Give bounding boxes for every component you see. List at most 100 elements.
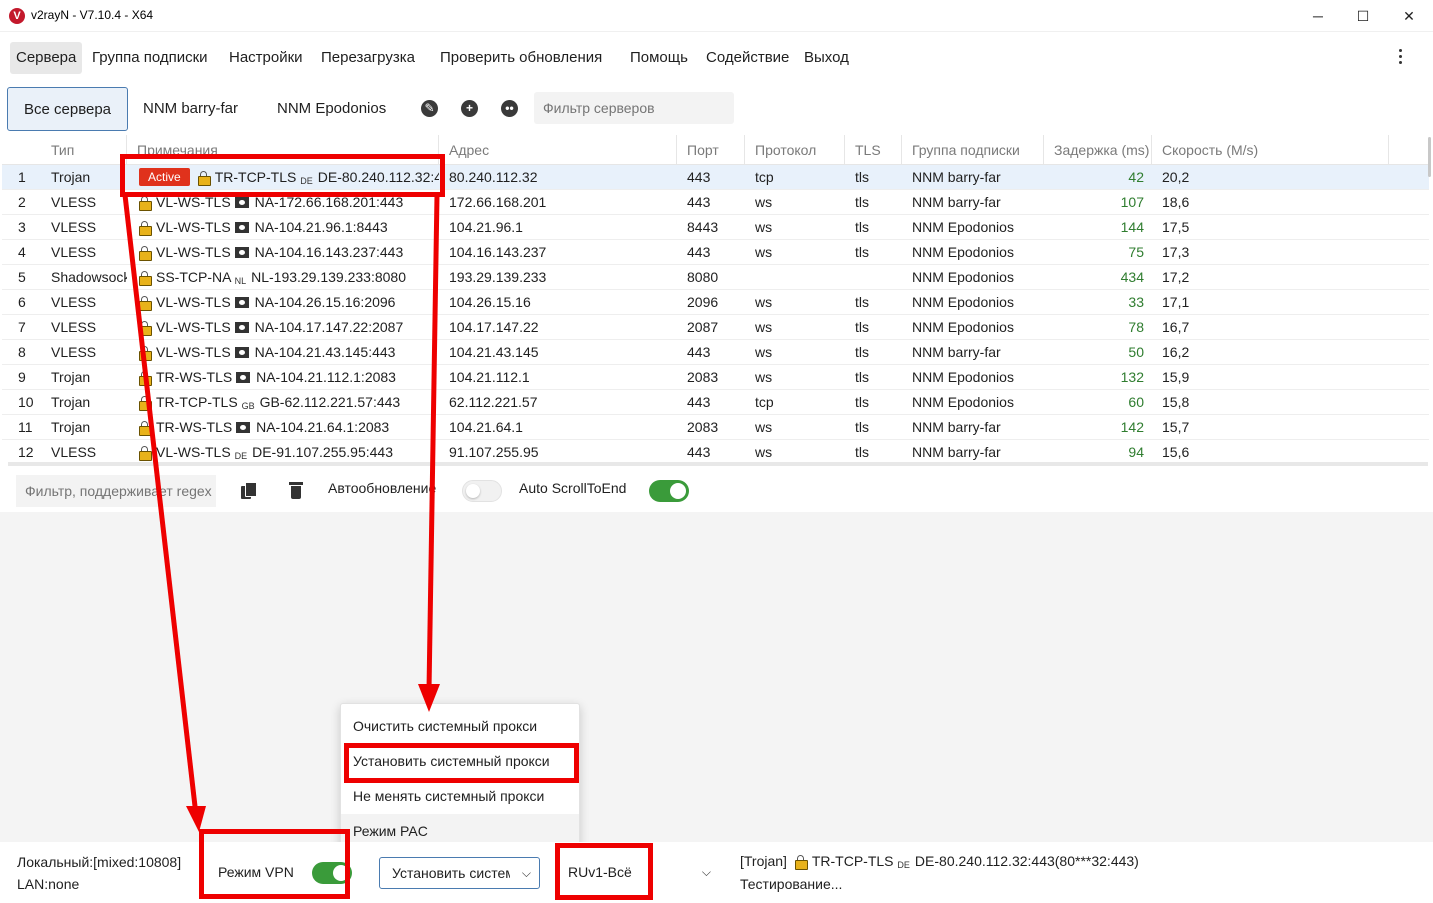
- menu-help[interactable]: Помощь: [624, 42, 694, 74]
- chevron-down-icon: ⌵: [521, 866, 531, 880]
- menu-item-clear-system-proxy[interactable]: Очистить системный прокси: [341, 709, 579, 744]
- table-row[interactable]: 9 Trojan TR-WS-TLS NA-104.21.112.1:2083 104…: [2, 365, 1429, 390]
- row-index: 12: [18, 444, 34, 460]
- country-code: NL: [234, 276, 247, 286]
- server-name: NA-104.16.143.237:443: [254, 244, 404, 260]
- tab-nnm-barry-far[interactable]: NNM barry-far: [127, 87, 254, 131]
- cell-port: 443: [687, 194, 711, 210]
- lock-icon: [794, 855, 808, 870]
- menu-donate[interactable]: Содействие: [700, 42, 795, 74]
- trash-icon[interactable]: [289, 482, 303, 499]
- cell-protocol: ws: [755, 419, 773, 435]
- system-proxy-menu: Очистить системный прокси Установить сис…: [340, 703, 580, 849]
- close-button[interactable]: ✕: [1386, 0, 1432, 32]
- table-row[interactable]: 10 Trojan TR-TCP-TLS GB GB-62.112.221.57:44…: [2, 390, 1429, 415]
- row-index: 11: [18, 419, 33, 435]
- cell-port: 8080: [687, 269, 719, 285]
- server-filter-input[interactable]: [534, 92, 734, 124]
- tab-all-servers[interactable]: Все сервера: [7, 87, 129, 131]
- log-toolbar: Автообновление Auto ScrollToEnd: [0, 470, 1433, 512]
- column-tls[interactable]: TLS: [845, 135, 902, 165]
- system-proxy-select[interactable]: Установить системный прокси ⌵: [379, 857, 540, 889]
- column-delay[interactable]: Задержка (ms): [1044, 135, 1152, 165]
- cell-speed: 15,9: [1162, 369, 1190, 385]
- chevron-down-icon: ⌵: [701, 865, 711, 879]
- column-protocol[interactable]: Протокол: [745, 135, 845, 165]
- minimize-button[interactable]: ─: [1295, 0, 1341, 32]
- table-row[interactable]: 8 VLESS VL-WS-TLS NA-104.21.43.145:443 104.…: [2, 340, 1429, 365]
- server-name: NA-104.21.96.1:8443: [254, 219, 388, 235]
- lock-icon: [139, 246, 152, 261]
- table-row[interactable]: 6 VLESS VL-WS-TLS NA-104.26.15.16:2096 104.…: [2, 290, 1429, 315]
- cell-address: 80.240.112.32: [449, 169, 538, 185]
- menu-servers[interactable]: Сервера: [10, 42, 83, 74]
- cell-speed: 16,7: [1162, 319, 1190, 335]
- table-vertical-scrollbar[interactable]: [1428, 137, 1431, 177]
- copy-icon[interactable]: [241, 482, 257, 499]
- cell-type: VLESS: [51, 244, 97, 260]
- cell-port: 2083: [687, 369, 719, 385]
- cell-remarks: SS-TCP-NA NL NL-193.29.139.233:8080: [127, 265, 439, 290]
- auto-update-toggle[interactable]: [462, 480, 502, 502]
- pirate-flag-icon: [234, 347, 249, 358]
- menu-check-updates[interactable]: Проверить обновления: [434, 42, 608, 74]
- more-vertical-icon[interactable]: [1392, 46, 1408, 70]
- remark-text: TR-WS-TLS: [156, 419, 233, 435]
- remark-text: SS-TCP-NA: [156, 269, 231, 285]
- lan-info: LAN:none: [17, 876, 80, 892]
- menu-settings[interactable]: Настройки: [223, 42, 309, 74]
- table-row[interactable]: 2 VLESS VL-WS-TLS NA-172.66.168.201:443 172…: [2, 190, 1429, 215]
- cell-tls: tls: [855, 344, 869, 360]
- cell-protocol: tcp: [755, 169, 774, 185]
- table-row[interactable]: 1 Trojan Active TR-TCP-TLS DE DE-80.240.112.…: [2, 165, 1429, 190]
- cell-port: 443: [687, 394, 711, 410]
- cell-port: 8443: [687, 219, 719, 235]
- remark-text: VL-WS-TLS: [156, 344, 231, 360]
- table-row[interactable]: 11 Trojan TR-WS-TLS NA-104.21.64.1:2083 104…: [2, 415, 1429, 440]
- table-row[interactable]: 7 VLESS VL-WS-TLS NA-104.17.147.22:2087 104…: [2, 315, 1429, 340]
- server-name: NA-104.21.43.145:443: [254, 344, 396, 360]
- cell-speed: 15,7: [1162, 419, 1190, 435]
- menu-subscription-group[interactable]: Группа подписки: [86, 42, 214, 74]
- menu-exit[interactable]: Выход: [798, 42, 855, 74]
- tab-nnm-epodonios[interactable]: NNM Epodonios: [261, 87, 402, 131]
- table-horizontal-scrollbar[interactable]: [8, 462, 1428, 466]
- server-name: DE-91.107.255.95:443: [252, 444, 393, 460]
- table-row[interactable]: 4 VLESS VL-WS-TLS NA-104.16.143.237:443 104…: [2, 240, 1429, 265]
- table-row[interactable]: 5 Shadowsocks SS-TCP-NA NL NL-193.29.139.23…: [2, 265, 1429, 290]
- menu-item-set-system-proxy[interactable]: Установить системный прокси: [341, 744, 579, 779]
- table-row[interactable]: 3 VLESS VL-WS-TLS NA-104.21.96.1:8443 104.2…: [2, 215, 1429, 240]
- column-port[interactable]: Порт: [677, 135, 745, 165]
- remark-text: VL-WS-TLS: [156, 444, 231, 460]
- local-port-info: Локальный:[mixed:10808]: [17, 854, 182, 870]
- cell-delay: 142: [1120, 419, 1144, 435]
- server-table: Тип Примечания Адрес Порт Протокол TLS Г…: [2, 135, 1429, 462]
- cell-remarks: TR-WS-TLS NA-104.21.112.1:2083: [127, 365, 439, 390]
- column-subscription-group[interactable]: Группа подписки: [902, 135, 1044, 165]
- cell-address: 91.107.255.95: [449, 444, 539, 460]
- edit-icon[interactable]: ✎: [421, 100, 438, 117]
- column-remarks[interactable]: Примечания: [127, 135, 439, 165]
- routing-select[interactable]: RUv1-Всё ⌵: [556, 857, 719, 889]
- log-filter-input[interactable]: [16, 475, 216, 507]
- cell-delay: 107: [1120, 194, 1144, 210]
- cell-protocol: ws: [755, 319, 773, 335]
- auto-scroll-toggle[interactable]: [649, 480, 689, 502]
- add-icon[interactable]: +: [461, 100, 478, 117]
- cell-type: VLESS: [51, 194, 97, 210]
- cell-address: 104.26.15.16: [449, 294, 531, 310]
- v2rayn-logo-icon: V: [9, 8, 25, 24]
- maximize-button[interactable]: ☐: [1340, 0, 1386, 32]
- column-speed[interactable]: Скорость (M/s): [1152, 135, 1389, 165]
- vpn-mode-toggle[interactable]: [312, 862, 352, 884]
- menu-restart[interactable]: Перезагрузка: [315, 42, 421, 74]
- server-remark: TR-TCP-TLS: [811, 853, 894, 869]
- more-icon[interactable]: ••: [501, 100, 518, 117]
- column-type[interactable]: Тип: [41, 135, 127, 165]
- table-row[interactable]: 12 VLESS VL-WS-TLS DE DE-91.107.255.95:443 9…: [2, 440, 1429, 462]
- menu-item-keep-system-proxy[interactable]: Не менять системный прокси: [341, 779, 579, 814]
- lock-icon: [139, 196, 152, 211]
- cell-address: 104.21.64.1: [449, 419, 523, 435]
- row-index: 8: [18, 344, 26, 360]
- column-address[interactable]: Адрес: [439, 135, 677, 165]
